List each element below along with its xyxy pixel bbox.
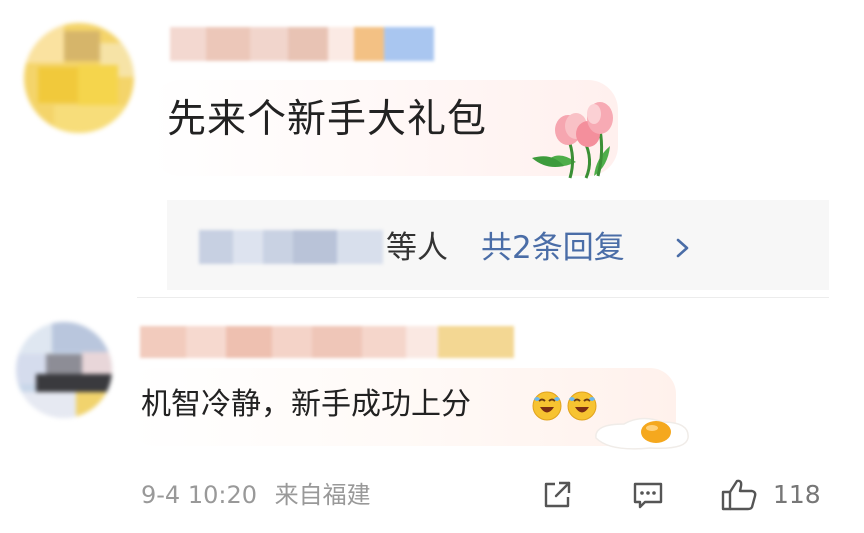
avatar[interactable] <box>24 23 134 133</box>
replier-names[interactable] <box>199 230 383 264</box>
comment-text: 先来个新手大礼包 <box>167 97 488 142</box>
avatar[interactable] <box>16 322 112 418</box>
laughing-crying-emoji <box>532 391 562 421</box>
divider <box>137 297 829 298</box>
share-icon[interactable] <box>540 478 574 512</box>
thumbs-up-icon[interactable] <box>720 478 758 512</box>
username[interactable] <box>170 27 434 61</box>
comment-location: 来自福建 <box>274 481 371 509</box>
like-count[interactable]: 118 <box>773 478 821 512</box>
comment-icon[interactable] <box>631 478 665 512</box>
tulip-flower-sticker <box>532 102 613 179</box>
comment-time: 9-4 10:20 <box>141 481 257 509</box>
replier-suffix: 等人 <box>386 230 448 266</box>
username[interactable] <box>140 326 514 358</box>
comment-meta: 9-4 10:20 来自福建 <box>141 478 371 512</box>
view-replies-link[interactable]: 共2条回复 <box>481 226 625 270</box>
fried-egg-sticker <box>595 417 689 450</box>
comment-text: 机智冷静，新手成功上分 <box>141 387 471 422</box>
chevron-right-icon[interactable] <box>672 238 692 258</box>
